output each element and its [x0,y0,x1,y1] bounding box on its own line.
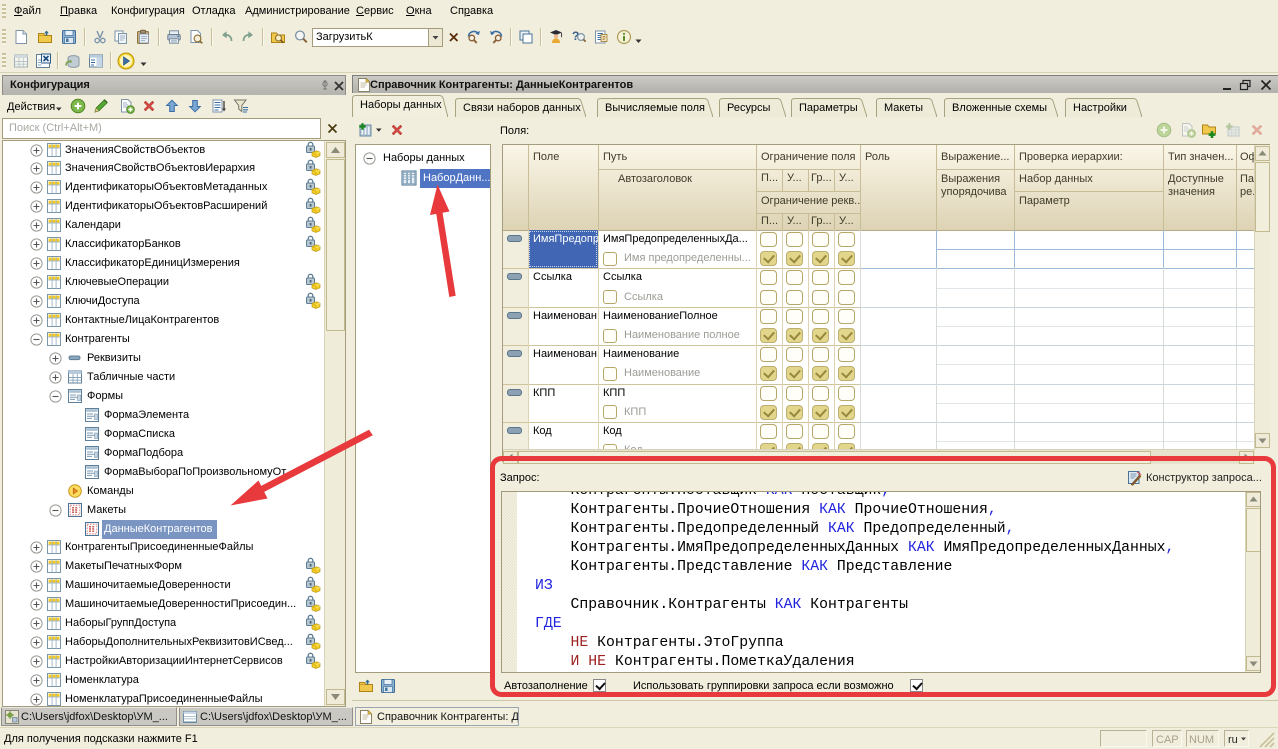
svg-text:Связи наборов данных: Связи наборов данных [463,102,581,114]
svg-text:Настройки: Настройки [1073,102,1127,114]
svg-text:Вложенные схемы: Вложенные схемы [952,102,1047,114]
svg-text:Ресурсы: Ресурсы [727,102,770,114]
svg-text:Вычисляемые поля: Вычисляемые поля [605,102,705,114]
svg-text:Параметры: Параметры [799,102,858,114]
svg-text:Макеты: Макеты [884,102,923,114]
svg-text:Наборы данных: Наборы данных [360,99,442,111]
